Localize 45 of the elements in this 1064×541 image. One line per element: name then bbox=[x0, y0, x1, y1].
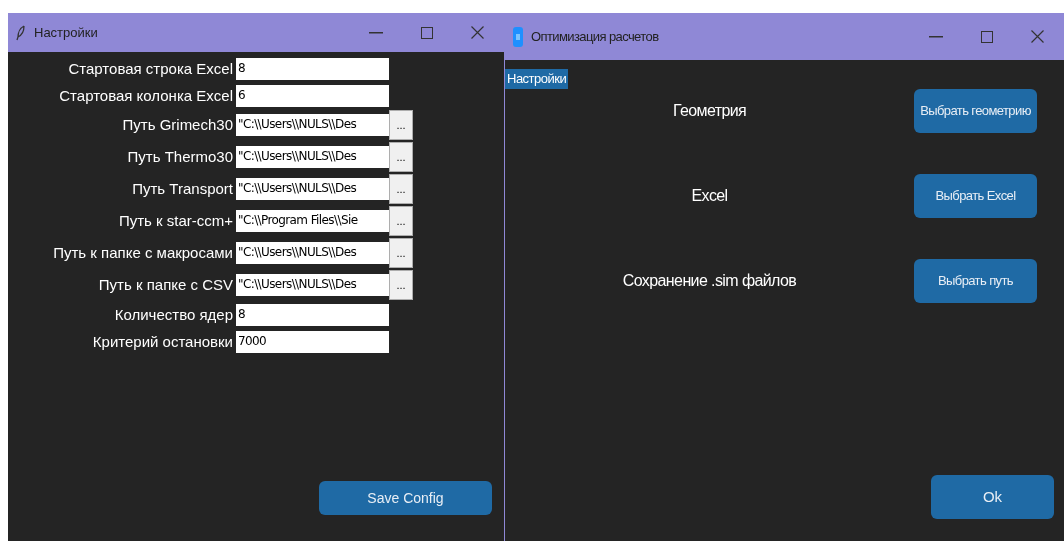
row-label: Excel bbox=[690, 185, 729, 206]
field-label: Критерий остановки bbox=[91, 332, 234, 352]
menu-item[interactable]: Настройки bbox=[505, 69, 569, 89]
field-label: Количество ядер bbox=[113, 305, 234, 325]
browse-button[interactable]: ... bbox=[389, 270, 413, 300]
minimize-icon[interactable] bbox=[369, 31, 383, 34]
feather-icon bbox=[16, 24, 26, 41]
row-label: Геометрия bbox=[671, 100, 748, 121]
save-config-button[interactable]: Save Config bbox=[319, 481, 492, 515]
input-field[interactable]: "C:\\Program Files\\Sie bbox=[236, 210, 389, 232]
browse-button[interactable]: ... bbox=[389, 206, 413, 236]
field-label: Путь к star-ccm+ bbox=[117, 211, 234, 231]
browse-button[interactable]: ... bbox=[389, 238, 413, 268]
field-label: Стартовая строка Excel bbox=[67, 59, 234, 79]
select-button[interactable]: Выбрать геометрию bbox=[914, 88, 1037, 133]
field-label: Путь к папке с CSV bbox=[97, 275, 234, 295]
select-button[interactable]: Выбрать путь bbox=[914, 258, 1037, 303]
input-field[interactable]: "C:\\Users\\NULS\\Des bbox=[236, 146, 389, 168]
close-icon[interactable] bbox=[471, 26, 484, 39]
field-label: Путь к папке с макросами bbox=[52, 243, 234, 263]
ok-button[interactable]: Ok bbox=[931, 475, 1054, 519]
input-field[interactable]: "C:\\Users\\NULS\\Des bbox=[236, 114, 389, 136]
input-field[interactable]: 6 bbox=[236, 84, 389, 107]
field-label: Путь Grimech30 bbox=[121, 115, 234, 135]
window-title: Оптимизация расчетов bbox=[531, 27, 659, 46]
input-field[interactable]: 8 bbox=[236, 57, 389, 80]
browse-button[interactable]: ... bbox=[389, 142, 413, 172]
input-field[interactable]: 7000 bbox=[236, 330, 389, 353]
field-label: Стартовая колонка Excel bbox=[58, 86, 234, 106]
select-button[interactable]: Выбрать Excel bbox=[914, 173, 1037, 218]
minimize-icon[interactable] bbox=[929, 35, 943, 38]
field-label: Путь Transport bbox=[131, 179, 234, 199]
close-icon[interactable] bbox=[1031, 30, 1044, 43]
window-title: Настройки bbox=[34, 23, 98, 42]
maximize-icon[interactable] bbox=[421, 26, 433, 39]
input-field[interactable]: "C:\\Users\\NULS\\Des bbox=[236, 178, 389, 200]
row-label: Сохранение .sim файлов bbox=[621, 270, 798, 291]
input-field[interactable]: "C:\\Users\\NULS\\Des bbox=[236, 242, 389, 264]
browse-button[interactable]: ... bbox=[389, 174, 413, 204]
input-field[interactable]: "C:\\Users\\NULS\\Des bbox=[236, 274, 389, 296]
input-field[interactable]: 8 bbox=[236, 303, 389, 326]
field-label: Путь Thermo30 bbox=[126, 147, 234, 167]
browse-button[interactable]: ... bbox=[389, 110, 413, 140]
app-icon bbox=[513, 26, 523, 47]
maximize-icon[interactable] bbox=[981, 30, 993, 43]
